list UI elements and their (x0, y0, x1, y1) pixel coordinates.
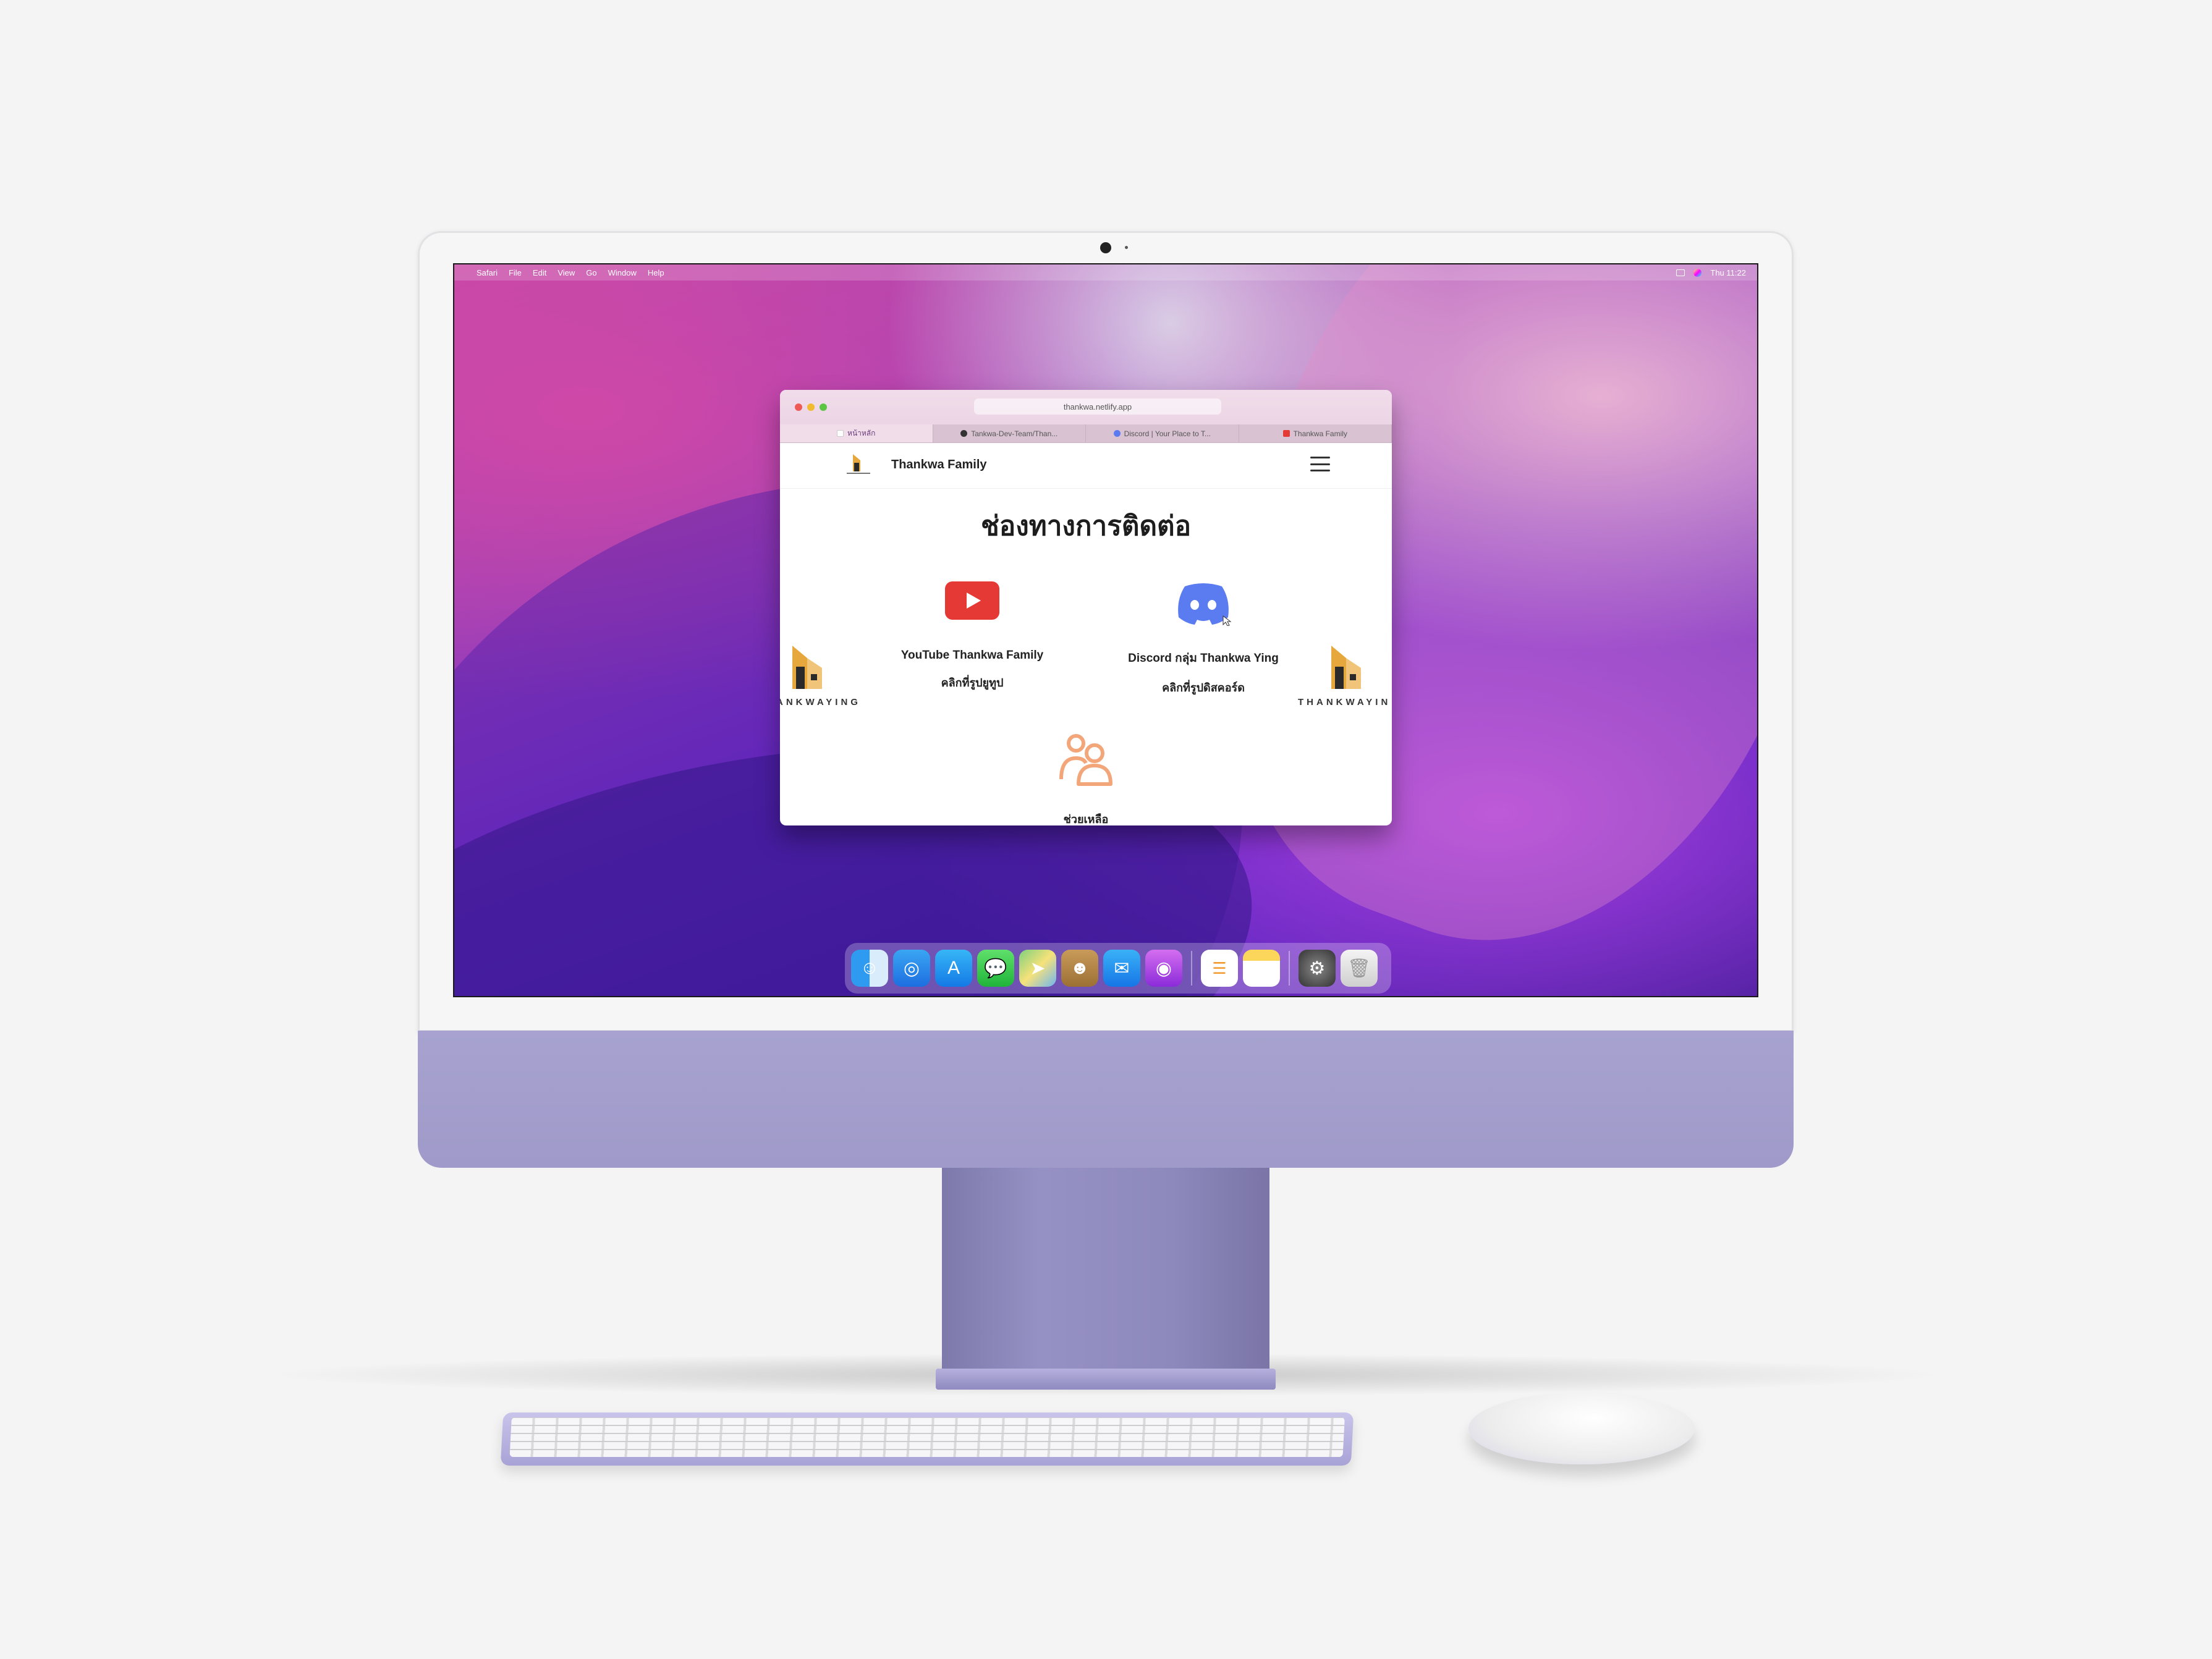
screen: Safari File Edit View Go Window Help Thu… (453, 263, 1758, 997)
site-title[interactable]: Thankwa Family (891, 458, 987, 472)
dock-separator (1289, 951, 1290, 986)
menu-edit[interactable]: Edit (533, 268, 546, 277)
control-center-icon[interactable] (1676, 269, 1685, 276)
tab-label: Discord | Your Place to T... (1124, 429, 1211, 438)
address-bar[interactable]: thankwa.netlify.app (974, 399, 1221, 415)
help-card[interactable] (1043, 730, 1129, 792)
minimize-window-button[interactable] (807, 403, 815, 411)
users-icon[interactable] (1056, 730, 1116, 789)
keyboard (500, 1412, 1354, 1466)
tab-label: Tankwa-Dev-Team/Than... (971, 429, 1058, 438)
help-label: ช่วยเหลือ (1063, 813, 1109, 825)
app-store-icon[interactable]: A (935, 950, 972, 987)
menu-go[interactable]: Go (586, 268, 596, 277)
youtube-favicon-icon (1282, 430, 1290, 437)
fullscreen-window-button[interactable] (820, 403, 827, 411)
tab-label: Thankwa Family (1293, 429, 1347, 438)
house-logo-icon (1331, 646, 1361, 689)
system-preferences-icon[interactable]: ⚙ (1299, 950, 1336, 987)
menu-safari[interactable]: Safari (477, 268, 498, 277)
contacts-icon[interactable]: ☻ (1061, 950, 1098, 987)
clock[interactable]: Thu 11:22 (1710, 268, 1746, 277)
mail-icon[interactable]: ✉ (1103, 950, 1140, 987)
notes-icon[interactable] (1243, 950, 1280, 987)
youtube-icon[interactable] (945, 581, 999, 620)
dock: ☺ ◎ A 💬 ➤ ☻ ✉ ◉ ☰ ⚙ 🗑 (845, 943, 1391, 994)
close-window-button[interactable] (795, 403, 802, 411)
tab-github[interactable]: Tankwa-Dev-Team/Than... (933, 424, 1086, 442)
keyboard-keys (509, 1417, 1345, 1457)
discord-favicon-icon (1113, 430, 1121, 437)
brand-text: ANKWAYING (780, 697, 861, 707)
menu-bar: Safari File Edit View Go Window Help Thu… (454, 264, 1757, 281)
menu-help[interactable]: Help (648, 268, 664, 277)
brand-text: THANKWAYIN (1298, 697, 1391, 707)
finder-icon[interactable]: ☺ (851, 950, 888, 987)
siri-icon[interactable] (1693, 268, 1702, 277)
imac-stand-foot (936, 1369, 1276, 1390)
podcasts-icon[interactable]: ◉ (1145, 950, 1182, 987)
brand-logo-right: THANKWAYIN (1298, 643, 1392, 707)
github-icon (960, 430, 968, 437)
dock-separator (1191, 951, 1192, 986)
camera-sensor (1125, 246, 1128, 249)
tab-home[interactable]: หน้าหลัก (780, 424, 933, 442)
desktop-scene: Safari File Edit View Go Window Help Thu… (0, 0, 2212, 1659)
reminders-icon[interactable]: ☰ (1201, 950, 1238, 987)
imac-stand (942, 1168, 1269, 1378)
tab-youtube[interactable]: Thankwa Family (1239, 424, 1392, 442)
hamburger-menu-icon[interactable] (1310, 457, 1330, 471)
messages-icon[interactable]: 💬 (977, 950, 1014, 987)
site-logo-icon[interactable] (844, 452, 873, 476)
page-heading: ช่องทางการติดต่อ (980, 511, 1192, 541)
camera (1100, 242, 1111, 253)
site-header: Thankwa Family (780, 443, 1392, 489)
menu-file[interactable]: File (509, 268, 522, 277)
menu-window[interactable]: Window (608, 268, 637, 277)
home-favicon-icon (837, 430, 844, 437)
tab-discord[interactable]: Discord | Your Place to T... (1086, 424, 1239, 442)
safari-icon[interactable]: ◎ (893, 950, 930, 987)
magic-mouse (1468, 1393, 1695, 1464)
imac-chin (418, 1031, 1794, 1168)
safari-window: thankwa.netlify.app หน้าหลัก Tankwa-Dev-… (780, 390, 1392, 825)
maps-icon[interactable]: ➤ (1019, 950, 1056, 987)
tab-label: หน้าหลัก (847, 429, 876, 437)
menu-view[interactable]: View (557, 268, 575, 277)
tab-bar: หน้าหลัก Tankwa-Dev-Team/Than... Discord… (780, 424, 1392, 443)
title-bar: thankwa.netlify.app (780, 390, 1392, 424)
discord-icon[interactable] (1175, 581, 1232, 627)
trash-icon[interactable]: 🗑 (1341, 950, 1378, 987)
